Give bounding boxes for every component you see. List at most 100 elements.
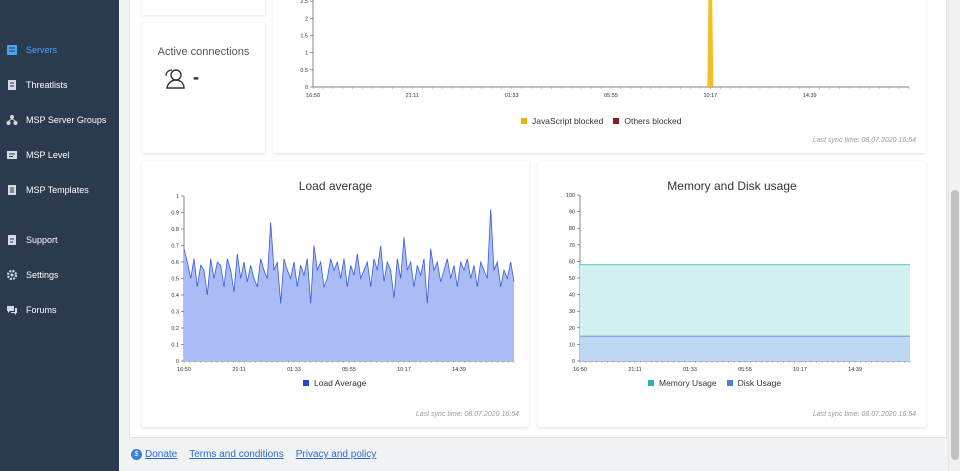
- privacy-link[interactable]: Privacy and policy: [296, 449, 377, 460]
- memory-disk-legend: Memory Usage Disk Usage: [638, 378, 781, 388]
- y-tick-label: 0.2: [171, 326, 179, 332]
- y-tick-label: 20: [569, 326, 575, 332]
- sidebar-item-forums[interactable]: Forums: [0, 299, 119, 321]
- sidebar-item-label: Settings: [26, 270, 59, 280]
- donate-link[interactable]: Donate: [145, 449, 177, 460]
- sidebar-item-label: MSP Level: [26, 150, 70, 160]
- footer: $ Donate Terms and conditions Privacy an…: [131, 449, 388, 460]
- y-tick-label: 70: [569, 243, 575, 249]
- level-icon: [6, 149, 18, 161]
- y-tick-label: 2.5: [300, 0, 308, 5]
- y-tick-label: 90: [569, 210, 575, 216]
- y-tick-label: 0.3: [171, 310, 179, 316]
- sidebar-item-label: Forums: [26, 305, 57, 315]
- group-icon: [6, 114, 18, 126]
- y-tick-label: 30: [569, 309, 575, 315]
- x-tick-label: 01:33: [683, 367, 697, 373]
- y-tick-label: 0.4: [171, 293, 179, 299]
- x-tick-label: 21:11: [232, 367, 245, 373]
- sidebar-item-support[interactable]: Support: [0, 229, 119, 251]
- x-tick-label: 01:33: [505, 93, 519, 99]
- load-average-swatch: [303, 380, 309, 386]
- y-tick-label: 0.1: [171, 343, 179, 349]
- sidebar-item-msp-server-groups[interactable]: MSP Server Groups: [0, 109, 119, 131]
- memory-usage-legend-label: Memory Usage: [659, 378, 717, 388]
- sidebar-item-label: Support: [26, 235, 58, 245]
- y-tick-label: 40: [569, 293, 575, 299]
- x-tick-label: 05:55: [604, 93, 618, 99]
- y-tick-label: 0: [572, 359, 575, 365]
- y-tick-label: 0.7: [171, 244, 179, 250]
- sidebar-item-label: MSP Server Groups: [26, 115, 107, 125]
- y-tick-label: 0.6: [171, 260, 179, 266]
- sidebar-item-servers[interactable]: Servers: [0, 39, 119, 61]
- list-icon: [6, 79, 18, 91]
- y-tick-label: 1.5: [300, 34, 308, 40]
- x-tick-label: 10:17: [793, 367, 807, 373]
- sidebar-item-msp-templates[interactable]: MSP Templates: [0, 179, 119, 201]
- load-average-legend-label: Load Average: [314, 378, 367, 388]
- sync-time-load: Last sync time: 08.07.2020 16:54: [415, 411, 519, 418]
- load-average-area: [184, 209, 514, 361]
- sidebar-item-label: Servers: [26, 45, 58, 55]
- load-average-legend: Load Average: [293, 378, 366, 388]
- sidebar: Servers Threatlists MSP Server Groups MSP L…: [0, 0, 119, 471]
- gear-icon: [6, 269, 18, 281]
- memory-disk-card: Memory and Disk usage 0 10 20 30 40 50 60 70 80 9…: [538, 161, 926, 427]
- sidebar-item-threatlists[interactable]: Threatlists: [0, 74, 119, 96]
- memory-usage-swatch: [648, 380, 654, 386]
- x-tick-label: 05:55: [738, 367, 752, 373]
- blocked-chart-card: 00.511.522.5316:5021:1101:3305:5510:1714…: [273, 0, 926, 153]
- y-tick-label: 100: [566, 193, 575, 199]
- x-tick-label: 01:33: [287, 367, 301, 373]
- stat-card-top: [142, 0, 265, 15]
- y-tick-label: 10: [569, 342, 575, 348]
- user-connection-icon: [164, 68, 186, 90]
- x-tick-label: 16:50: [573, 367, 587, 373]
- y-tick-label: 0.5: [171, 277, 179, 283]
- x-tick-label: 14:39: [803, 93, 817, 99]
- y-tick-label: 2: [305, 16, 308, 22]
- x-tick-label: 05:55: [342, 367, 356, 373]
- terms-link[interactable]: Terms and conditions: [189, 449, 284, 460]
- y-tick-label: 0: [305, 85, 308, 91]
- sync-time-blocked: Last sync time: 08.07.2020 16:54: [812, 137, 916, 144]
- x-tick-label: 16:50: [306, 93, 320, 99]
- page-scrollbar[interactable]: [948, 0, 960, 471]
- y-tick-label: 1: [176, 194, 179, 200]
- support-icon: [6, 234, 18, 246]
- disk-usage-swatch: [726, 380, 733, 386]
- y-tick-label: 0.8: [171, 227, 179, 233]
- x-tick-label: 14:39: [452, 367, 466, 373]
- y-tick-label: 1: [305, 51, 308, 57]
- y-tick-label: 80: [569, 226, 575, 232]
- others-blocked-swatch: [613, 118, 620, 124]
- dashboard-panel: Active connections - 00.511.522.5316:502…: [129, 0, 947, 438]
- y-tick-label: 60: [569, 259, 575, 265]
- forum-icon: [6, 304, 18, 316]
- y-tick-label: 50: [569, 276, 575, 282]
- server-icon: [6, 44, 18, 56]
- x-tick-label: 21:11: [406, 93, 419, 99]
- scrollbar-thumb[interactable]: [951, 190, 959, 460]
- x-tick-label: 16:50: [177, 367, 191, 373]
- load-average-card: Load average 0 0.1 0.2 0.3 0.4 0.5 0.6 0.7 0.8 0.…: [142, 161, 529, 427]
- sidebar-item-label: MSP Templates: [26, 185, 89, 195]
- active-connections-card: Active connections -: [142, 23, 265, 153]
- x-tick-label: 14:39: [848, 367, 862, 373]
- template-icon: [6, 184, 18, 196]
- disk-usage-area: [580, 336, 910, 361]
- js-blocked-legend-label: JavaScript blocked: [532, 116, 604, 126]
- donate-icon: $: [131, 449, 142, 460]
- sidebar-item-settings[interactable]: Settings: [0, 264, 119, 286]
- others-blocked-legend-label: Others blocked: [624, 116, 682, 126]
- y-tick-label: 0.9: [171, 211, 179, 217]
- blocked-chart: 00.511.522.5316:5021:1101:3305:5510:1714…: [300, 0, 910, 99]
- sidebar-item-label: Threatlists: [26, 80, 68, 90]
- sidebar-item-msp-level[interactable]: MSP Level: [0, 144, 119, 166]
- active-connections-value: -: [193, 67, 199, 87]
- sync-time-memory: Last sync time: 08.07.2020 16:54: [812, 411, 916, 418]
- active-connections-title: Active connections: [157, 46, 250, 58]
- disk-usage-legend-label: Disk Usage: [737, 378, 782, 388]
- x-tick-label: 10:17: [397, 367, 411, 373]
